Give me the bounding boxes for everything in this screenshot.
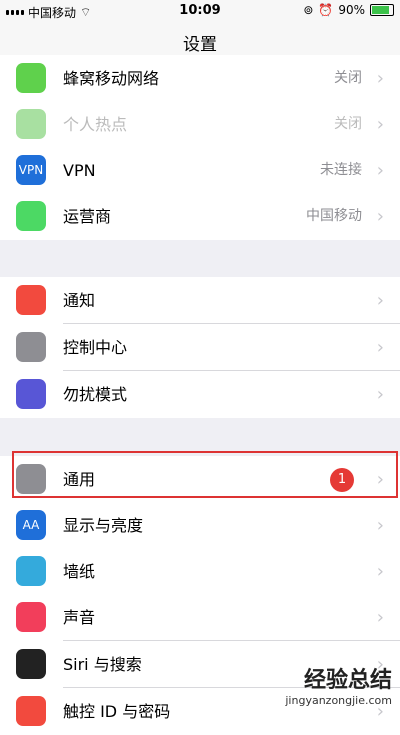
touchid-icon bbox=[16, 696, 46, 726]
highlight-box bbox=[12, 451, 398, 498]
chevron-right-icon: › bbox=[376, 384, 384, 405]
row-label: 蜂窝移动网络 bbox=[63, 69, 160, 88]
chevron-right-icon: › bbox=[376, 160, 384, 181]
chevron-right-icon: › bbox=[376, 337, 384, 358]
chevron-right-icon: › bbox=[376, 561, 384, 582]
chevron-right-icon: › bbox=[376, 607, 384, 628]
rotation-lock-icon: ⊚ bbox=[303, 3, 314, 17]
antenna-icon bbox=[16, 63, 46, 93]
row-label: 运营商 bbox=[63, 207, 112, 226]
watermark-url: jingyanzongjie.com bbox=[285, 694, 392, 707]
chevron-right-icon: › bbox=[376, 68, 384, 89]
chevron-right-icon: › bbox=[376, 515, 384, 536]
settings-row-9[interactable]: 墙纸 › bbox=[0, 548, 400, 595]
battery-icon bbox=[370, 4, 394, 16]
siri-icon bbox=[16, 649, 46, 679]
chevron-right-icon: › bbox=[376, 290, 384, 311]
row-label: 控制中心 bbox=[63, 338, 128, 357]
row-value: 关闭 bbox=[334, 70, 362, 86]
row-label: Siri 与搜索 bbox=[63, 655, 142, 674]
row-label: 触控 ID 与密码 bbox=[63, 702, 171, 721]
settings-row-10[interactable]: 声音 › bbox=[0, 594, 400, 641]
row-value: 未连接 bbox=[320, 162, 362, 178]
row-label: 墙纸 bbox=[63, 562, 96, 581]
row-label: 个人热点 bbox=[63, 115, 128, 134]
chevron-right-icon: › bbox=[376, 114, 384, 135]
vpn-icon: VPN bbox=[16, 155, 46, 185]
display-icon: AA bbox=[16, 510, 46, 540]
control-center-icon bbox=[16, 332, 46, 362]
row-label: VPN bbox=[63, 161, 96, 180]
settings-row-6[interactable]: 勿扰模式 › bbox=[0, 371, 400, 418]
settings-row-3[interactable]: 运营商 中国移动 › bbox=[0, 193, 400, 240]
battery-percent: 90% bbox=[338, 3, 365, 17]
settings-row-2[interactable]: VPN VPN 未连接 › bbox=[0, 147, 400, 194]
row-label: 勿扰模式 bbox=[63, 385, 128, 404]
wallpaper-icon bbox=[16, 556, 46, 586]
sound-icon bbox=[16, 602, 46, 632]
row-value: 关闭 bbox=[334, 116, 362, 132]
phone-icon bbox=[16, 201, 46, 231]
row-value: 中国移动 bbox=[306, 208, 362, 224]
hotspot-icon bbox=[16, 109, 46, 139]
settings-row-8[interactable]: AA 显示与亮度 › bbox=[0, 502, 400, 549]
row-label: 声音 bbox=[63, 608, 96, 627]
status-right: ⊚ ⏰ 90% bbox=[303, 3, 394, 17]
row-label: 显示与亮度 bbox=[63, 516, 144, 535]
row-label: 通知 bbox=[63, 291, 96, 310]
settings-row-4[interactable]: 通知 › bbox=[0, 277, 400, 324]
settings-row-1[interactable]: 个人热点 关闭 › bbox=[0, 101, 400, 148]
settings-row-0[interactable]: 蜂窝移动网络 关闭 › bbox=[0, 55, 400, 102]
watermark-title: 经验总结 bbox=[303, 668, 392, 693]
chevron-right-icon: › bbox=[376, 206, 384, 227]
moon-icon bbox=[16, 379, 46, 409]
settings-row-5[interactable]: 控制中心 › bbox=[0, 324, 400, 371]
status-bar: 中国移动 ⌔ 10:09 ⊚ ⏰ 90% bbox=[0, 0, 400, 22]
notification-icon bbox=[16, 285, 46, 315]
alarm-icon: ⏰ bbox=[318, 3, 334, 17]
watermark: 经验总结 jingyanzongjie.com bbox=[285, 662, 392, 707]
